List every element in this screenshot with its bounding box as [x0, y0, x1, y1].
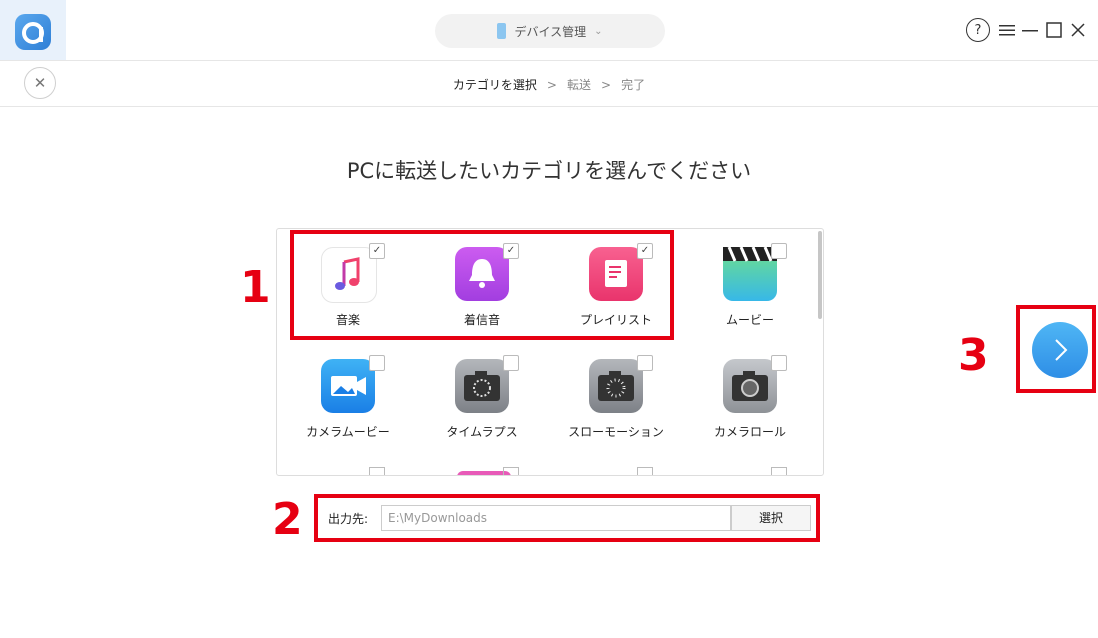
category-checkbox[interactable]	[503, 467, 519, 475]
step-separator: >	[601, 78, 612, 92]
page-title: PCに転送したいカテゴリを選んでください	[346, 159, 752, 183]
slow-motion-icon	[589, 359, 643, 413]
category-checkbox[interactable]	[369, 355, 385, 371]
category-checkbox[interactable]	[771, 467, 787, 475]
browse-button[interactable]: 選択	[731, 505, 811, 531]
camera-icon	[723, 359, 777, 413]
annotation-3: 3	[958, 330, 989, 381]
annotation-1: 1	[240, 262, 271, 313]
minimize-icon[interactable]	[1022, 18, 1038, 42]
category-checkbox[interactable]	[503, 355, 519, 371]
category-label: カメラロール	[713, 425, 786, 439]
category-label: カメラムービー	[306, 425, 390, 439]
next-button[interactable]	[1032, 322, 1088, 378]
output-path-input[interactable]	[381, 505, 731, 531]
category-checkbox[interactable]	[771, 355, 787, 371]
highlight-box-1	[290, 230, 674, 340]
menu-icon[interactable]	[998, 18, 1016, 42]
chevron-down-icon: ⌄	[594, 25, 603, 37]
category-slow-motion[interactable]: スローモーション	[545, 341, 679, 447]
category-label: ムービー	[725, 313, 774, 327]
phone-icon	[497, 23, 507, 39]
device-selector[interactable]: デバイス管理 ⌄	[435, 14, 665, 48]
category-movie[interactable]: ムービー	[679, 229, 813, 335]
step-separator: >	[546, 78, 557, 92]
category-checkbox[interactable]	[369, 467, 385, 475]
close-icon[interactable]	[1070, 18, 1086, 42]
output-label: 出力先:	[328, 512, 369, 526]
breadcrumb: カテゴリを選択 > 転送 > 完了	[0, 76, 1098, 93]
scrollbar[interactable]	[818, 231, 822, 319]
category-checkbox[interactable]	[637, 467, 653, 475]
step-complete: 完了	[621, 78, 646, 92]
category-label: スローモーション	[568, 425, 664, 439]
category-label: タイムラプス	[446, 425, 518, 439]
clapperboard-icon	[723, 246, 777, 301]
device-label: デバイス管理	[514, 24, 587, 39]
timelapse-icon	[455, 359, 509, 413]
category-camera-movie[interactable]: カメラムービー	[277, 341, 411, 447]
category-timelapse[interactable]: タイムラプス	[411, 341, 545, 447]
chevron-right-icon	[1055, 339, 1068, 361]
help-icon[interactable]: ?	[966, 18, 990, 42]
app-logo-icon	[15, 14, 51, 50]
category-camera-roll[interactable]: カメラロール	[679, 341, 813, 447]
step-transfer: 転送	[566, 78, 591, 92]
category-checkbox[interactable]	[771, 243, 787, 259]
maximize-icon[interactable]	[1046, 18, 1062, 42]
category-checkbox[interactable]	[637, 355, 653, 371]
step-select-category: カテゴリを選択	[452, 78, 537, 92]
camera-movie-icon	[321, 359, 375, 413]
annotation-2: 2	[272, 494, 303, 545]
